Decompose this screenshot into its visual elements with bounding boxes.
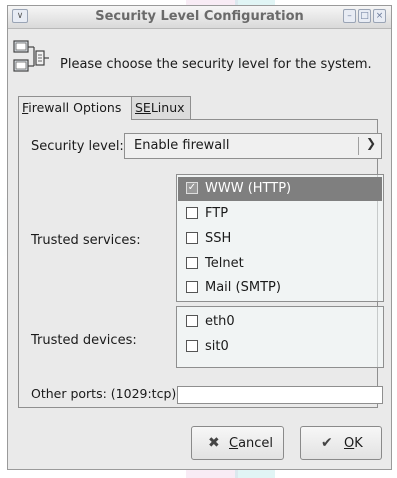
list-item-label: eth0 bbox=[205, 314, 235, 329]
header-prompt: Please choose the security level for the… bbox=[60, 57, 372, 72]
minimize-icon[interactable]: – bbox=[343, 9, 356, 23]
trusted-devices-list: eth0 sit0 bbox=[176, 306, 384, 368]
list-item-label: sit0 bbox=[205, 339, 229, 354]
window-title: Security Level Configuration bbox=[95, 9, 304, 24]
combo-separator bbox=[358, 137, 359, 155]
maximize-icon[interactable]: □ bbox=[358, 9, 371, 23]
list-item-ssh[interactable]: SSH bbox=[178, 227, 382, 251]
ok-button[interactable]: ✔ OK bbox=[300, 426, 382, 460]
list-item-sit0[interactable]: sit0 bbox=[178, 335, 382, 359]
other-ports-label: Other ports: (1029:tcp) bbox=[31, 386, 177, 401]
checkbox-icon[interactable] bbox=[186, 257, 198, 269]
security-level-dropdown[interactable]: Enable firewall ❯ bbox=[124, 133, 382, 159]
checkmark-icon: ✔ bbox=[321, 435, 333, 451]
close-icon[interactable]: × bbox=[373, 9, 386, 23]
network-firewall-icon bbox=[13, 40, 49, 72]
checkbox-checked-icon[interactable]: ✓ bbox=[186, 182, 198, 194]
list-item-label: FTP bbox=[205, 206, 229, 221]
checkbox-icon[interactable] bbox=[186, 232, 198, 244]
checkbox-icon[interactable] bbox=[186, 340, 198, 352]
tab-label: Linux bbox=[150, 100, 185, 115]
trusted-services-label: Trusted services: bbox=[31, 233, 141, 248]
security-level-value: Enable firewall bbox=[134, 138, 230, 153]
chevron-down-icon[interactable]: ❯ bbox=[366, 136, 376, 150]
list-item-telnet[interactable]: Telnet bbox=[178, 252, 382, 276]
list-item-www[interactable]: ✓ WWW (HTTP) bbox=[178, 177, 382, 201]
list-item-label: SSH bbox=[205, 231, 232, 246]
cancel-button[interactable]: ✖ Cancel bbox=[191, 426, 284, 460]
list-item-label: Telnet bbox=[205, 256, 244, 271]
security-level-label: Security level: bbox=[31, 139, 124, 154]
tab-mnemonic: SE bbox=[135, 100, 151, 115]
checkbox-icon[interactable] bbox=[186, 315, 198, 327]
cancel-icon: ✖ bbox=[208, 435, 220, 451]
cancel-label: Cancel bbox=[229, 436, 274, 451]
list-item-label: WWW (HTTP) bbox=[205, 181, 292, 196]
checkbox-icon[interactable] bbox=[186, 281, 198, 293]
title-bar[interactable]: ∨ Security Level Configuration – □ × bbox=[8, 6, 391, 29]
tab-label: irewall Options bbox=[28, 100, 122, 115]
list-item-eth0[interactable]: eth0 bbox=[178, 310, 382, 334]
tab-firewall-options[interactable]: Firewall Options bbox=[18, 96, 132, 120]
list-item-mail[interactable]: Mail (SMTP) bbox=[178, 276, 382, 300]
list-item-label: Mail (SMTP) bbox=[205, 280, 281, 295]
trusted-devices-label: Trusted devices: bbox=[31, 333, 137, 348]
tab-selinux[interactable]: SELinux bbox=[131, 96, 191, 120]
checkbox-icon[interactable] bbox=[186, 207, 198, 219]
list-item-ftp[interactable]: FTP bbox=[178, 202, 382, 226]
other-ports-input[interactable] bbox=[177, 386, 383, 404]
ok-label: OK bbox=[344, 436, 363, 451]
trusted-services-list: ✓ WWW (HTTP) FTP SSH Telnet Mail (SMTP) bbox=[176, 174, 384, 302]
